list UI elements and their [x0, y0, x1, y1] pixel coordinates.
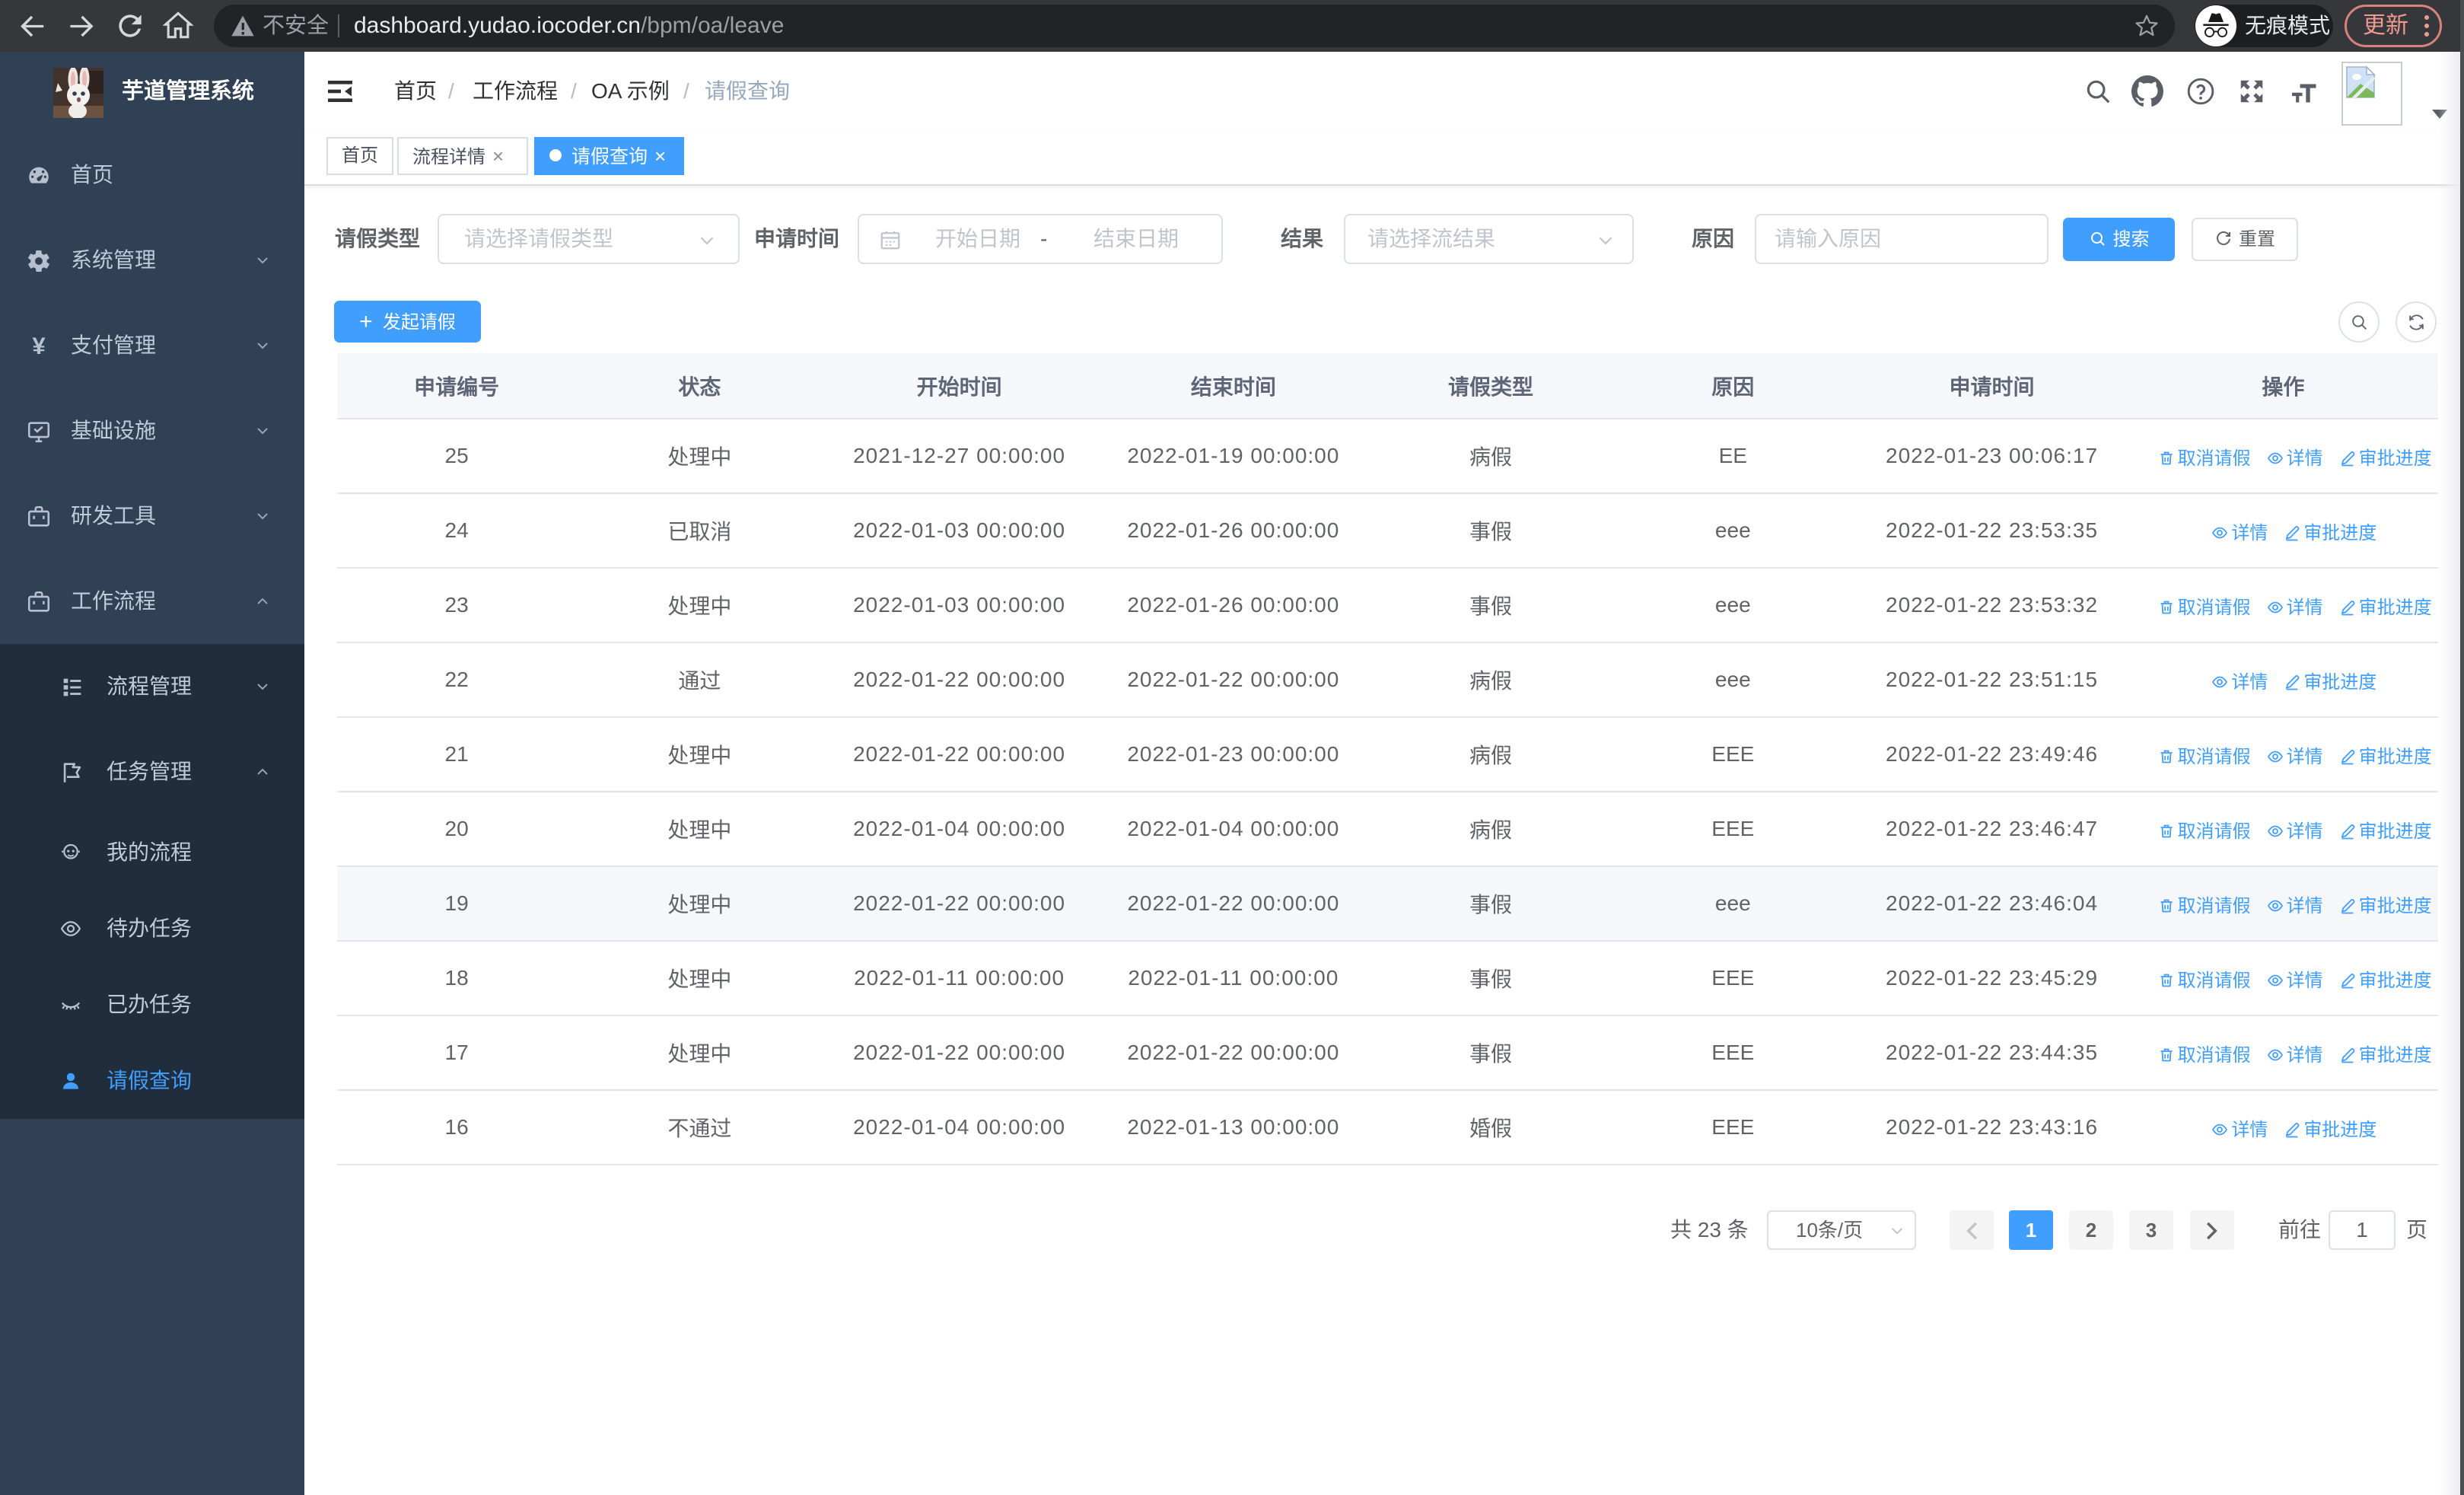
- svg-text:¥: ¥: [32, 333, 46, 359]
